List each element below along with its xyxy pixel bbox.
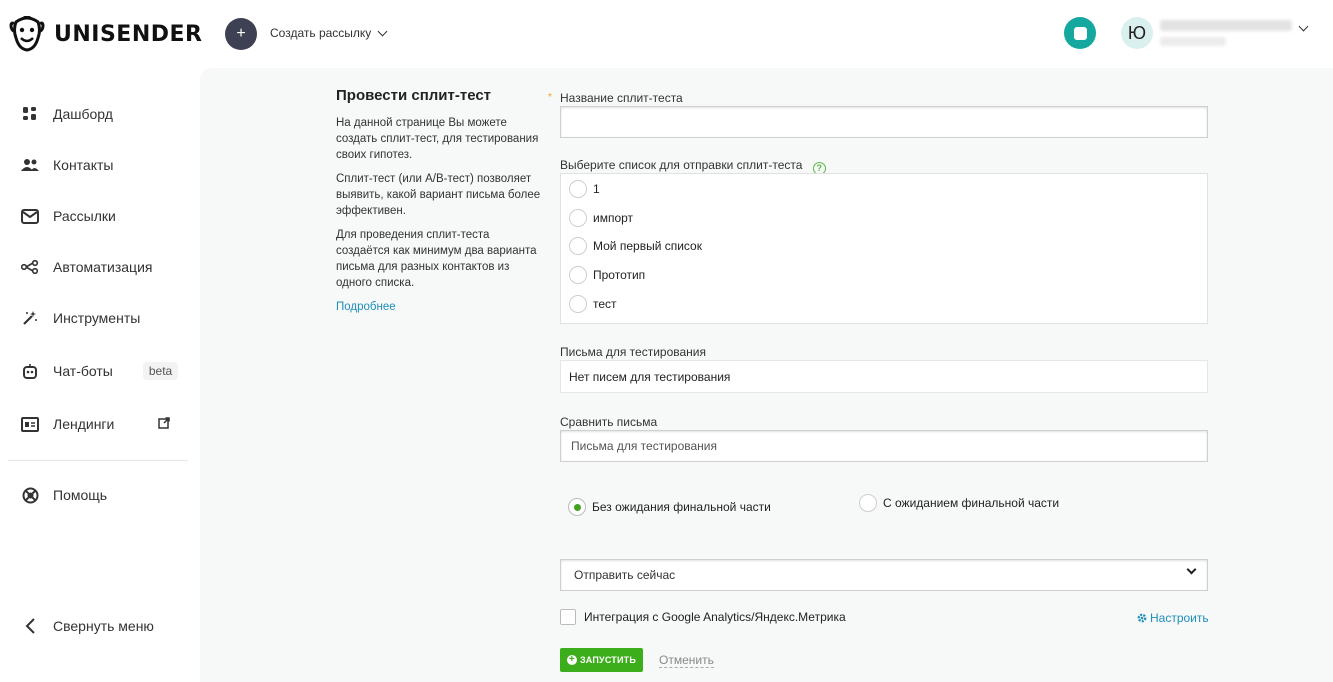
compare-label: Сравнить письма [560, 415, 658, 429]
main-content: Провести сплит-тест На данной странице В… [200, 68, 1333, 682]
list-option-label: тест [593, 297, 617, 311]
sidebar-item-label: Автоматизация [53, 259, 153, 275]
plus-icon: + [236, 25, 246, 42]
page-title: Провести сплит-тест [336, 87, 492, 104]
compare-letters-select[interactable]: Письма для тестирования [560, 430, 1208, 462]
sidebar-item-label: Лендинги [53, 416, 115, 432]
test-name-label-text: Название сплит-теста [560, 91, 683, 105]
info-paragraph: На данной странице Вы можете создать спл… [336, 117, 539, 161]
chevron-down-icon [1186, 564, 1197, 575]
list-option[interactable]: 1 [569, 180, 600, 198]
mode-without-final-option[interactable]: Без ожидания финальной части [568, 498, 771, 516]
mode-with-final-option[interactable]: С ожиданием финальной части [859, 494, 1059, 512]
brand-name: UNISENDER [54, 21, 203, 47]
gear-icon [1137, 613, 1147, 623]
sidebar-item-label: Дашборд [53, 106, 113, 122]
configure-label: Настроить [1150, 611, 1209, 625]
sidebar-item-dashboard[interactable]: Дашборд [21, 105, 113, 123]
send-time-select[interactable]: Отправить сейчас [560, 559, 1208, 591]
sidebar-item-label: Помощь [53, 487, 108, 503]
list-options: 1 импорт Мой первый список Прототип тест [560, 173, 1208, 324]
sidebar-item-chatbots[interactable]: Чат-боты beta [21, 362, 179, 380]
mode-without-label: Без ожидания финальной части [592, 500, 771, 514]
configure-link[interactable]: Настроить [1137, 611, 1209, 625]
chat-bubble-icon [1073, 26, 1087, 40]
radio-button[interactable] [569, 180, 587, 198]
sidebar-item-landings[interactable]: Лендинги [21, 415, 171, 433]
analytics-integration-row[interactable]: Интеграция с Google Analytics/Яндекс.Мет… [560, 609, 846, 625]
radio-button[interactable] [859, 494, 877, 512]
more-info-link[interactable]: Подробнее [336, 301, 396, 313]
list-option[interactable]: Прототип [569, 266, 645, 284]
list-option[interactable]: импорт [569, 209, 633, 227]
sidebar-item-mailings[interactable]: Рассылки [21, 207, 116, 225]
test-name-input[interactable] [560, 106, 1208, 138]
sidebar-item-label: Чат-боты [53, 363, 113, 379]
list-option-label: импорт [593, 211, 634, 225]
split-test-info: Провести сплит-тест На данной странице В… [336, 88, 541, 315]
letters-label: Письма для тестирования [560, 345, 706, 359]
dashboard-icon [21, 105, 39, 123]
automation-icon [21, 258, 39, 276]
brand-logo[interactable]: UNISENDER [8, 16, 202, 52]
collapse-menu-label: Свернуть меню [53, 618, 154, 634]
integration-checkbox[interactable] [560, 609, 576, 625]
support-chat-button[interactable] [1064, 17, 1096, 49]
landing-icon [21, 415, 39, 433]
external-link-icon[interactable] [158, 416, 171, 432]
create-mailing-dropdown[interactable]: Создать рассылку [270, 26, 388, 40]
list-option[interactable]: Мой первый список [569, 237, 702, 255]
mail-icon [21, 207, 39, 225]
run-split-test-button[interactable]: + ЗАПУСТИТЬ [560, 648, 643, 672]
sidebar-item-help[interactable]: Помощь [21, 486, 107, 504]
help-icon [21, 486, 39, 504]
chevron-down-icon [377, 26, 388, 36]
monkey-logo-icon [9, 16, 45, 52]
send-time-value: Отправить сейчас [574, 568, 676, 582]
account-menu-chevron-icon[interactable] [1298, 21, 1309, 32]
list-option[interactable]: тест [569, 295, 617, 313]
account-email-redacted [1160, 20, 1292, 31]
radio-button[interactable] [569, 209, 587, 227]
list-option-label: 1 [593, 182, 600, 196]
robot-icon [21, 362, 39, 380]
radio-button[interactable] [569, 295, 587, 313]
create-mailing-button[interactable]: + [225, 18, 257, 50]
beta-badge: beta [142, 362, 179, 380]
sidebar-item-tools[interactable]: Инструменты [21, 309, 140, 327]
sidebar: Дашборд Контакты Рассылки Автоматизация … [0, 68, 200, 682]
sidebar-item-label: Контакты [53, 157, 114, 173]
list-option-label: Прототип [593, 268, 646, 282]
required-mark: * [548, 92, 552, 103]
letters-value: Нет писем для тестирования [560, 360, 1208, 393]
contacts-icon [21, 156, 39, 174]
list-select-label-text: Выберите список для отправки сплит-теста [560, 158, 803, 172]
info-paragraph: Для проведения сплит-теста создаётся как… [336, 229, 537, 289]
plus-circle-icon: + [566, 654, 577, 665]
avatar-initial: Ю [1127, 22, 1147, 43]
top-bar: UNISENDER + Создать рассылку Ю [0, 0, 1333, 68]
list-option-label: Мой первый список [593, 239, 702, 253]
info-paragraph: Сплит-тест (или A/B-тест) позволяет выяв… [336, 173, 541, 217]
test-name-label: * Название сплит-теста [548, 91, 683, 105]
integration-label: Интеграция с Google Analytics/Яндекс.Мет… [584, 610, 846, 624]
chevron-left-icon [21, 617, 39, 635]
magic-wand-icon [21, 309, 39, 327]
run-button-label: ЗАПУСТИТЬ [579, 655, 637, 665]
collapse-menu-button[interactable]: Свернуть меню [21, 617, 154, 635]
sidebar-divider [8, 460, 188, 461]
account-plan-redacted [1160, 37, 1226, 46]
radio-button[interactable] [569, 266, 587, 284]
compare-placeholder: Письма для тестирования [571, 439, 717, 453]
cancel-link[interactable]: Отменить [659, 653, 714, 668]
radio-button[interactable] [569, 237, 587, 255]
mode-with-label: С ожиданием финальной части [883, 496, 1060, 510]
sidebar-item-label: Инструменты [53, 310, 141, 326]
create-mailing-label: Создать рассылку [270, 26, 372, 40]
sidebar-item-automation[interactable]: Автоматизация [21, 258, 152, 276]
sidebar-item-contacts[interactable]: Контакты [21, 156, 113, 174]
user-avatar[interactable]: Ю [1121, 17, 1153, 49]
radio-button-selected[interactable] [568, 498, 586, 516]
sidebar-item-label: Рассылки [53, 208, 116, 224]
